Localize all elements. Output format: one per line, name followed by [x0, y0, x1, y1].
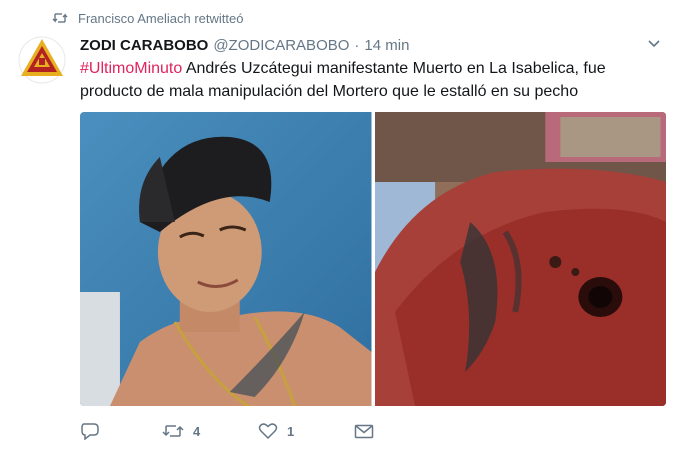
tweet-actions: 4 1	[80, 418, 374, 444]
timestamp[interactable]: 14 min	[364, 37, 409, 54]
display-name[interactable]: ZODI CARABOBO	[80, 37, 208, 54]
reply-icon	[81, 423, 99, 440]
tweet-header: ZODI CARABOBO @ZODICARABOBO · 14 min	[80, 34, 660, 56]
like-button[interactable]: 1	[258, 422, 354, 440]
separator: ·	[354, 36, 360, 54]
envelope-icon	[354, 424, 374, 439]
user-handle[interactable]: @ZODICARABOBO	[213, 37, 349, 54]
retweet-icon	[162, 425, 184, 437]
direct-message-button[interactable]	[354, 423, 374, 439]
avatar[interactable]	[18, 36, 66, 84]
media-grid	[80, 112, 666, 406]
retweet-icon	[52, 13, 68, 23]
heart-icon	[258, 423, 278, 440]
photo-right[interactable]	[374, 112, 666, 406]
like-count: 1	[287, 423, 295, 439]
retweet-context[interactable]: Francisco Ameliach retwitteó	[52, 8, 243, 28]
retweet-count: 4	[193, 423, 201, 439]
chevron-down-icon[interactable]	[646, 36, 662, 52]
retweet-button[interactable]: 4	[162, 423, 258, 439]
retweeter-label[interactable]: Francisco Ameliach retwitteó	[78, 11, 243, 26]
hashtag-link[interactable]: #UltimoMinuto	[80, 60, 182, 77]
reply-button[interactable]	[80, 422, 162, 440]
photo-left[interactable]	[80, 112, 372, 406]
tweet-text: #UltimoMinuto Andrés Uzcátegui manifesta…	[80, 57, 640, 103]
